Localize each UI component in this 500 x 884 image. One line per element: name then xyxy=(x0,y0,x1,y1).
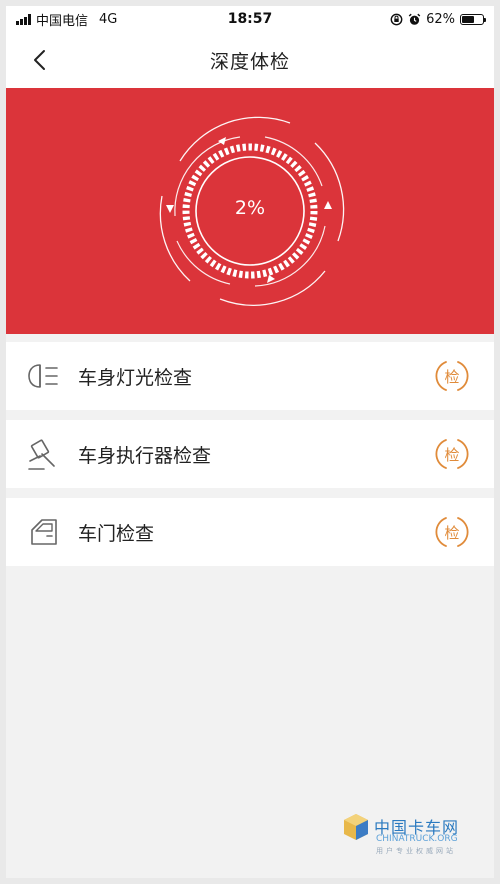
nav-bar: 深度体检 xyxy=(6,32,494,88)
status-right: 62% xyxy=(390,11,486,27)
check-item-label: 车身灯光检查 xyxy=(78,366,193,389)
actuator-icon xyxy=(28,439,55,470)
chevron-left-icon xyxy=(34,50,45,70)
signal-icon xyxy=(16,13,31,25)
check-list: 车身灯光检查 检 车身执行器检查 检 车门检查 检 xyxy=(6,342,494,566)
check-button[interactable]: 检 xyxy=(432,434,472,474)
car-door-icon xyxy=(31,519,57,545)
check-item-label: 车门检查 xyxy=(78,522,155,545)
check-badge-label: 检 xyxy=(444,367,460,386)
watermark: 中国卡车网 CHINATRUCK.ORG 用户专业权威网站 xyxy=(342,810,472,864)
carrier-name: 中国电信 xyxy=(36,13,89,29)
status-bar: 中国电信 4G 18:57 62% xyxy=(6,6,494,32)
orientation-lock-icon xyxy=(390,13,403,25)
check-badge-label: 检 xyxy=(444,523,460,542)
battery-percent: 62% xyxy=(426,11,455,27)
network-type: 4G xyxy=(99,11,118,27)
progress-percent: 2% xyxy=(234,197,266,219)
page-title: 深度体检 xyxy=(209,50,290,73)
chinatruck-logo-icon xyxy=(344,814,368,840)
watermark-tagline: 用户专业权威网站 xyxy=(376,847,456,855)
check-item-label: 车身执行器检查 xyxy=(78,444,212,467)
watermark-subtitle: CHINATRUCK.ORG xyxy=(376,834,458,844)
battery-icon xyxy=(460,13,486,25)
alarm-clock-icon xyxy=(408,13,421,25)
status-left: 中国电信 4G xyxy=(16,10,117,29)
check-badge-label: 检 xyxy=(444,445,460,464)
check-item-body-lights[interactable]: 车身灯光检查 检 xyxy=(6,342,494,410)
progress-gauge: 2% xyxy=(140,101,360,321)
inspection-hero: 2% xyxy=(6,88,494,334)
battery-fill xyxy=(462,15,475,23)
check-item-doors[interactable]: 车门检查 检 xyxy=(6,498,494,566)
check-button[interactable]: 检 xyxy=(432,356,472,396)
check-item-body-actuators[interactable]: 车身执行器检查 检 xyxy=(6,420,494,488)
back-button[interactable] xyxy=(28,48,52,72)
headlight-icon xyxy=(28,364,58,388)
phone-screen: 中国电信 4G 18:57 62% 深度体检 2% 车身灯光检查 检 车身执行器… xyxy=(6,6,494,878)
check-button[interactable]: 检 xyxy=(432,512,472,552)
